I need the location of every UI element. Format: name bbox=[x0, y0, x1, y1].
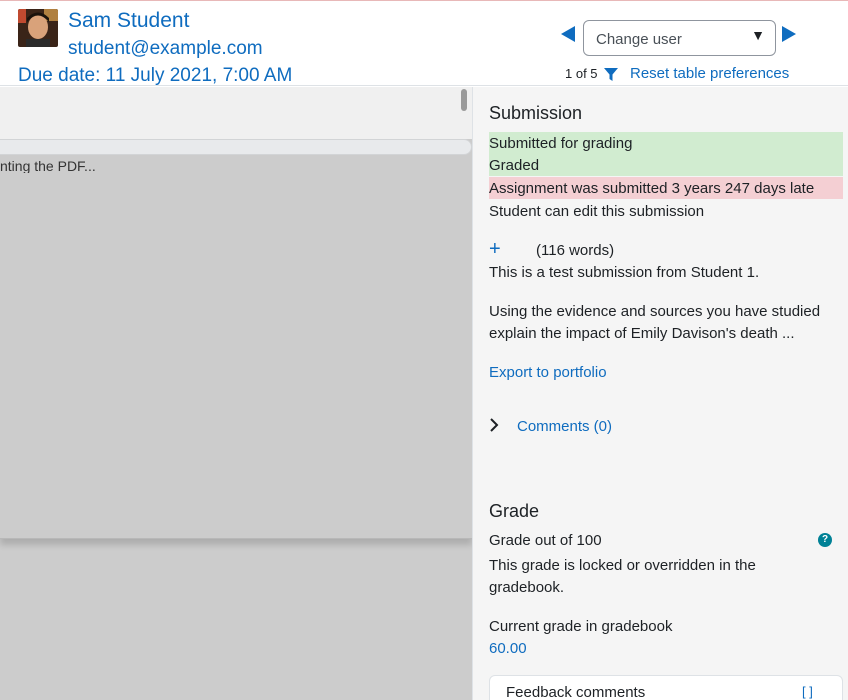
funnel-icon[interactable] bbox=[604, 68, 618, 86]
change-user-select[interactable]: Change user ▼ bbox=[583, 20, 776, 56]
status-late-badge: Assignment was submitted 3 years 247 day… bbox=[489, 177, 843, 199]
pdf-loading-message: nting the PDF... bbox=[0, 158, 96, 174]
due-date: Due date: 11 July 2021, 7:00 AM bbox=[18, 65, 293, 86]
expand-icon[interactable]: [ ] bbox=[802, 684, 813, 699]
grade-locked-line-1: This grade is locked or overridden in th… bbox=[489, 557, 756, 574]
editable-note: Student can edit this submission bbox=[489, 203, 705, 220]
chevron-right-icon[interactable] bbox=[489, 418, 499, 437]
user-email[interactable]: student@example.com bbox=[68, 38, 263, 60]
feedback-comments-label: Feedback comments bbox=[506, 684, 646, 700]
avatar[interactable] bbox=[18, 9, 58, 47]
grade-locked-line-2: gradebook. bbox=[489, 579, 565, 596]
progress-bar bbox=[0, 139, 472, 155]
submission-text-line-2: Using the evidence and sources you have … bbox=[489, 303, 821, 320]
submission-text-line-1: This is a test submission from Student 1… bbox=[489, 264, 760, 281]
feedback-comments-box[interactable]: Feedback comments [ ] bbox=[489, 675, 843, 700]
user-name[interactable]: Sam Student bbox=[68, 9, 189, 33]
current-grade-label: Current grade in gradebook bbox=[489, 618, 673, 635]
word-count: (116 words) bbox=[536, 242, 615, 259]
export-to-portfolio-link[interactable]: Export to portfolio bbox=[489, 364, 607, 381]
status-submitted-badge: Submitted for grading bbox=[489, 132, 843, 154]
current-grade-value[interactable]: 60.00 bbox=[489, 640, 527, 657]
submission-text-line-3: explain the impact of Emily Davison's de… bbox=[489, 325, 795, 342]
status-graded-badge: Graded bbox=[489, 154, 843, 176]
change-user-placeholder: Change user bbox=[596, 31, 682, 48]
triangle-left-icon[interactable] bbox=[559, 25, 577, 43]
pdf-annotation-pane: nting the PDF... bbox=[0, 87, 472, 700]
scrollbar-thumb[interactable] bbox=[461, 89, 467, 111]
user-count: 1 of 5 bbox=[565, 66, 598, 81]
caret-down-icon: ▼ bbox=[751, 27, 765, 43]
triangle-right-icon[interactable] bbox=[780, 25, 798, 43]
scrollbar[interactable] bbox=[456, 87, 472, 139]
grading-panel: Submission Submitted for grading Graded … bbox=[472, 87, 848, 700]
grader-header: Sam Student student@example.com Due date… bbox=[0, 1, 848, 86]
submission-heading: Submission bbox=[489, 103, 583, 123]
pdf-toolbar bbox=[0, 87, 472, 139]
pdf-page[interactable] bbox=[0, 173, 472, 539]
help-icon[interactable]: ? bbox=[818, 533, 832, 547]
grade-heading: Grade bbox=[489, 501, 540, 521]
plus-icon[interactable]: + bbox=[489, 239, 501, 259]
comments-link[interactable]: Comments (0) bbox=[517, 418, 612, 435]
reset-table-preferences-link[interactable]: Reset table preferences bbox=[630, 65, 789, 82]
grade-out-of-label: Grade out of 100 bbox=[489, 532, 602, 549]
